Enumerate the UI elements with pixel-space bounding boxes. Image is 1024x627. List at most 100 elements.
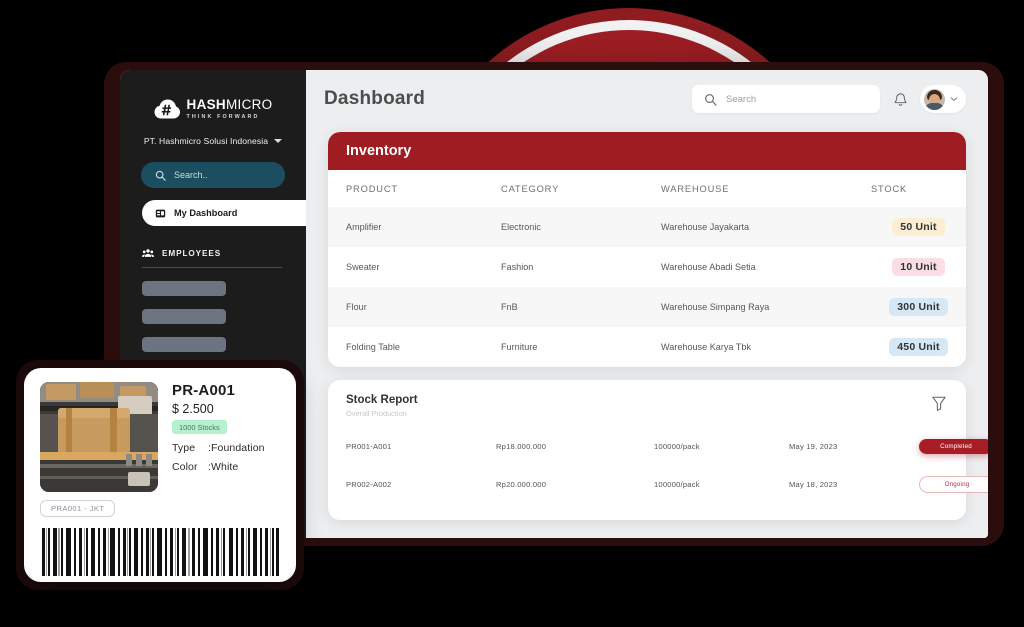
cell-status: Ongoing <box>919 465 988 504</box>
product-stock-badge: 1000 Stocks <box>172 420 227 434</box>
cell-date: May 19, 2023 <box>789 428 919 465</box>
page-title: Dashboard <box>324 88 425 110</box>
inventory-header: Inventory <box>328 132 966 170</box>
inventory-card: Inventory PRODUCT CATEGORY WAREHOUSE STO… <box>328 132 966 367</box>
cell-warehouse: Warehouse Simpang Raya <box>661 287 871 327</box>
bell-icon[interactable] <box>891 90 909 108</box>
sidebar-item-label: My Dashboard <box>174 208 237 218</box>
people-icon <box>142 248 154 258</box>
barcode <box>40 528 280 576</box>
search-icon <box>704 93 717 106</box>
stock-report-card: Stock Report Overall Production PR001-A0… <box>328 380 966 520</box>
product-attribute-color: Color:White <box>172 461 280 473</box>
brand-logo: HASHMICRO THINK FORWARD <box>120 70 306 126</box>
stock-badge: 50 Unit <box>892 218 944 236</box>
cell-amount: Rp20.000.000 <box>496 465 654 504</box>
column-header-warehouse: WAREHOUSE <box>661 170 871 207</box>
stock-badge: 450 Unit <box>889 338 947 356</box>
cell-product: Amplifier <box>328 207 501 247</box>
cell-stock: 10 Unit <box>871 247 966 287</box>
table-row[interactable]: Amplifier Electronic Warehouse Jayakarta… <box>328 207 966 247</box>
search-input[interactable]: Search <box>692 85 880 113</box>
product-info: PR-A001 $ 2.500 1000 Stocks Type:Foundat… <box>172 382 280 492</box>
screenshot-stage: HASHMICRO THINK FORWARD PT. Hashmicro So… <box>0 0 1024 627</box>
table-row[interactable]: PR002-A002 Rp20.000.000 100000/pack May … <box>346 465 988 504</box>
product-location-tag: PRA001 - JKT <box>40 500 115 517</box>
brand-wordmark: HASHMICRO THINK FORWARD <box>187 98 273 120</box>
stock-report-titles: Stock Report Overall Production <box>346 394 418 418</box>
table-row[interactable]: Flour FnB Warehouse Simpang Raya 300 Uni… <box>328 287 966 327</box>
cell-code: PR002-A002 <box>346 465 496 504</box>
sidebar-section-employees[interactable]: EMPLOYEES <box>142 248 306 258</box>
chevron-down-icon <box>950 95 958 103</box>
cell-product: Flour <box>328 287 501 327</box>
status-badge: Ongoing <box>919 476 988 493</box>
warehouse-conveyor-photo <box>40 382 158 492</box>
table-header-row: PRODUCT CATEGORY WAREHOUSE STOCK <box>328 170 966 207</box>
cell-code: PR001-A001 <box>346 428 496 465</box>
cell-product: Sweater <box>328 247 501 287</box>
product-card: PR-A001 $ 2.500 1000 Stocks Type:Foundat… <box>24 368 296 582</box>
cell-category: Furniture <box>501 327 661 367</box>
status-badge: Completed <box>919 439 988 454</box>
search-placeholder: Search <box>726 94 756 105</box>
sidebar-divider <box>142 267 282 268</box>
product-sku: PR-A001 <box>172 382 280 399</box>
main-content: Dashboard Search <box>306 70 988 538</box>
product-card-top: PR-A001 $ 2.500 1000 Stocks Type:Foundat… <box>40 382 280 492</box>
search-icon <box>155 170 166 181</box>
product-attribute-type: Type:Foundation <box>172 442 280 454</box>
cell-date: May 18, 2023 <box>789 465 919 504</box>
stock-badge: 10 Unit <box>892 258 944 276</box>
cloud-hash-icon <box>154 98 180 120</box>
sidebar-search-placeholder: Search.. <box>174 170 208 180</box>
cell-category: Electronic <box>501 207 661 247</box>
cell-category: FnB <box>501 287 661 327</box>
attribute-key: Color <box>172 461 208 473</box>
cell-status: Completed <box>919 428 988 465</box>
dashboard-icon <box>155 208 166 219</box>
table-row[interactable]: Folding Table Furniture Warehouse Karya … <box>328 327 966 367</box>
profile-menu[interactable] <box>920 85 966 113</box>
inventory-table: PRODUCT CATEGORY WAREHOUSE STOCK Amplifi… <box>328 170 966 367</box>
column-header-stock: STOCK <box>871 170 966 207</box>
attribute-key: Type <box>172 442 208 454</box>
funnel-icon[interactable] <box>930 394 948 412</box>
stock-report-subtitle: Overall Production <box>346 409 418 418</box>
topbar-actions: Search <box>692 85 966 113</box>
cell-quantity: 100000/pack <box>654 465 789 504</box>
cell-warehouse: Warehouse Karya Tbk <box>661 327 871 367</box>
column-header-product: PRODUCT <box>328 170 501 207</box>
table-row[interactable]: PR001-A001 Rp18.000.000 100000/pack May … <box>346 428 988 465</box>
attribute-value: White <box>211 461 238 473</box>
topbar: Dashboard Search <box>306 70 988 128</box>
brand-tagline: THINK FORWARD <box>187 115 273 120</box>
sidebar-placeholder-item <box>142 337 226 352</box>
cell-stock: 50 Unit <box>871 207 966 247</box>
sidebar-placeholder-item <box>142 281 226 296</box>
stock-report-title: Stock Report <box>346 394 418 406</box>
sidebar-item-my-dashboard[interactable]: My Dashboard <box>142 200 306 226</box>
product-price: $ 2.500 <box>172 402 280 416</box>
cell-stock: 300 Unit <box>871 287 966 327</box>
cell-category: Fashion <box>501 247 661 287</box>
table-row[interactable]: Sweater Fashion Warehouse Abadi Setia 10… <box>328 247 966 287</box>
cell-warehouse: Warehouse Jayakarta <box>661 207 871 247</box>
cell-warehouse: Warehouse Abadi Setia <box>661 247 871 287</box>
company-name: PT. Hashmicro Solusi Indonesia <box>144 136 268 146</box>
chevron-down-icon <box>274 139 282 143</box>
cell-stock: 450 Unit <box>871 327 966 367</box>
stock-badge: 300 Unit <box>889 298 947 316</box>
stock-report-header: Stock Report Overall Production <box>346 394 948 418</box>
company-selector[interactable]: PT. Hashmicro Solusi Indonesia <box>120 126 306 146</box>
sidebar-search-input[interactable]: Search.. <box>141 162 285 188</box>
inventory-title: Inventory <box>346 143 411 159</box>
sidebar-placeholder-item <box>142 309 226 324</box>
avatar <box>924 89 945 110</box>
cell-amount: Rp18.000.000 <box>496 428 654 465</box>
column-header-category: CATEGORY <box>501 170 661 207</box>
cell-product: Folding Table <box>328 327 501 367</box>
brand-name: HASHMICRO <box>187 98 273 112</box>
sidebar-section-label: EMPLOYEES <box>162 249 221 258</box>
cell-quantity: 100000/pack <box>654 428 789 465</box>
